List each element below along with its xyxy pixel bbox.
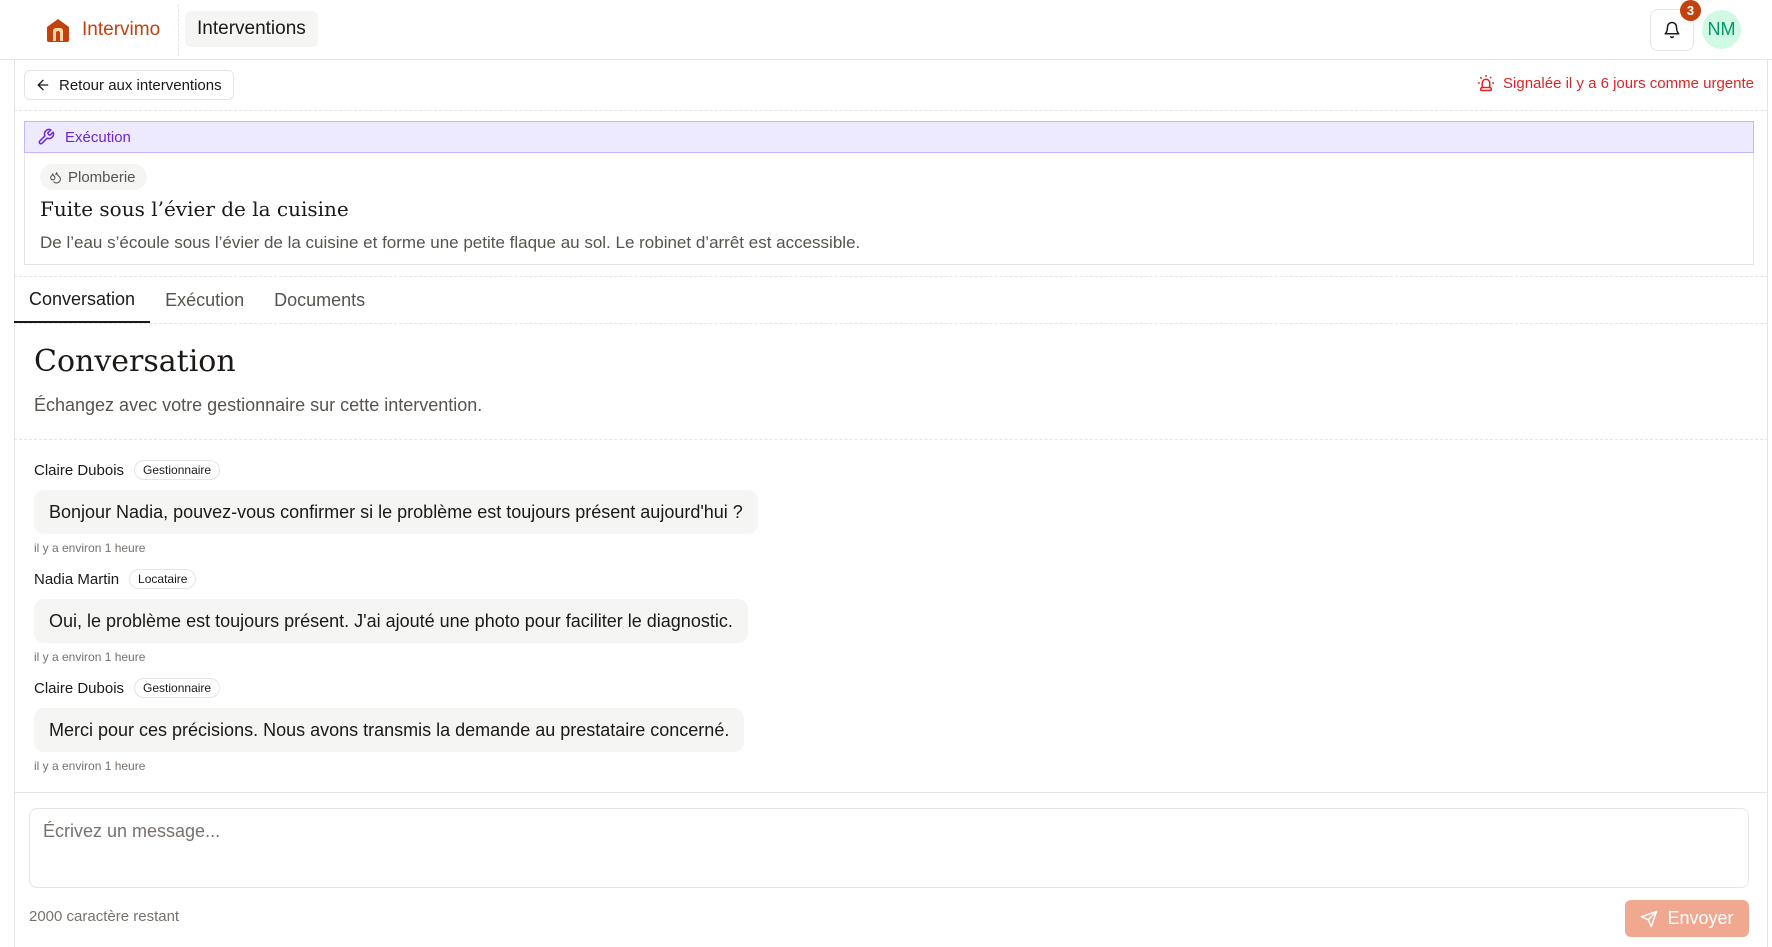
tab-bar: Conversation Exécution Documents (14, 277, 380, 323)
message-timestamp: il y a environ 1 heure (34, 759, 146, 773)
droplets-icon (50, 171, 61, 183)
intervention-description: De l’eau s’écoule sous l’évier de la cui… (40, 233, 861, 252)
section-title: Conversation (34, 344, 236, 379)
message-author: Claire Dubois (34, 461, 125, 479)
divider (14, 323, 1768, 324)
message-item: Nadia Martin Locataire Oui, le problème … (34, 568, 748, 664)
send-button[interactable]: Envoyer (1625, 900, 1749, 937)
message-bubble: Bonjour Nadia, pouvez-vous confirmer si … (34, 490, 758, 534)
remaining-characters: 2000 caractère restant (29, 908, 180, 925)
category-label: Plomberie (68, 168, 136, 186)
back-to-interventions-button[interactable]: Retour aux interventions (24, 70, 234, 100)
divider (14, 439, 1768, 440)
message-item: Claire Dubois Gestionnaire Merci pour ce… (34, 677, 745, 773)
siren-icon (1477, 74, 1495, 92)
top-bar: Intervimo Interventions 3 NM (0, 0, 1772, 60)
message-input[interactable] (29, 808, 1749, 888)
user-avatar[interactable]: NM (1702, 10, 1741, 49)
section-subtitle: Échangez avec votre gestionnaire sur cet… (34, 395, 483, 415)
divider (178, 4, 179, 56)
bell-icon (1664, 21, 1680, 39)
urgent-label: Signalée il y a 6 jours comme urgente (1503, 74, 1754, 92)
message-timestamp: il y a environ 1 heure (34, 650, 146, 664)
category-badge: Plomberie (40, 164, 147, 190)
intervention-card: Exécution Plomberie Fuite sous l’évier d… (24, 121, 1754, 265)
status-label: Exécution (65, 128, 131, 146)
tab-conversation[interactable]: Conversation (14, 277, 151, 323)
brand-name: Intervimo (82, 19, 161, 40)
message-author: Claire Dubois (34, 679, 125, 697)
message-bubble: Merci pour ces précisions. Nous avons tr… (34, 708, 745, 752)
nav-item-interventions[interactable]: Interventions (185, 11, 318, 47)
status-banner: Exécution (24, 121, 1754, 153)
message-timestamp: il y a environ 1 heure (34, 541, 146, 555)
message-item: Claire Dubois Gestionnaire Bonjour Nadia… (34, 459, 758, 555)
send-icon (1641, 910, 1658, 927)
message-bubble: Oui, le problème est toujours présent. J… (34, 599, 748, 643)
urgent-indicator: Signalée il y a 6 jours comme urgente (1477, 74, 1754, 92)
brand-link[interactable]: Intervimo (44, 15, 160, 45)
tab-execution[interactable]: Exécution (150, 277, 259, 323)
divider (14, 792, 1768, 793)
intervention-title: Fuite sous l’évier de la cuisine (40, 197, 349, 221)
arrow-left-icon (37, 79, 49, 91)
tab-documents[interactable]: Documents (259, 277, 380, 323)
notification-count-badge: 3 (1680, 0, 1701, 21)
wrench-icon (38, 128, 55, 145)
send-button-label: Envoyer (1667, 908, 1734, 928)
divider (14, 110, 1768, 111)
house-logo-icon (47, 19, 69, 42)
role-badge: Gestionnaire (134, 460, 221, 480)
role-badge: Gestionnaire (134, 678, 221, 698)
role-badge: Locataire (129, 569, 197, 589)
back-button-label: Retour aux interventions (59, 76, 222, 94)
message-author: Nadia Martin (34, 570, 120, 588)
